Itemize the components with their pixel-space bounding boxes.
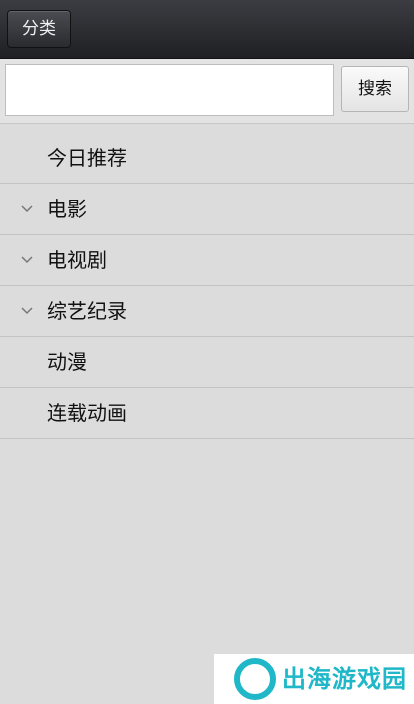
watermark-text: 出海游戏园 — [282, 665, 407, 693]
search-button[interactable]: 搜索 — [341, 66, 409, 112]
top-bar: 分类 — [0, 0, 414, 59]
list-item-label: 电影 — [47, 197, 87, 221]
list-item-label: 动漫 — [47, 350, 87, 374]
watermark-logo-icon — [234, 658, 276, 700]
list-item-label: 综艺纪录 — [47, 299, 127, 323]
list-item-label: 电视剧 — [47, 248, 107, 272]
watermark: 出海游戏园 — [214, 654, 414, 704]
chevron-down-icon — [21, 205, 33, 213]
search-input[interactable] — [5, 64, 334, 116]
category-button[interactable]: 分类 — [7, 10, 71, 48]
list-item-movie[interactable]: 电影 — [0, 184, 414, 235]
list-item-serial-animation[interactable]: 连载动画 — [0, 388, 414, 439]
list-item-anime[interactable]: 动漫 — [0, 337, 414, 388]
chevron-down-icon — [21, 307, 33, 315]
category-list: 今日推荐 电影 电视剧 综艺纪录 动漫 连载动画 — [0, 133, 414, 439]
list-item-label: 今日推荐 — [47, 146, 127, 170]
chevron-down-icon — [21, 256, 33, 264]
list-item-today-recommend[interactable]: 今日推荐 — [0, 133, 414, 184]
list-item-label: 连载动画 — [47, 401, 127, 425]
list-item-variety-documentary[interactable]: 综艺纪录 — [0, 286, 414, 337]
search-bar: 搜索 — [0, 59, 414, 124]
list-item-tv-series[interactable]: 电视剧 — [0, 235, 414, 286]
